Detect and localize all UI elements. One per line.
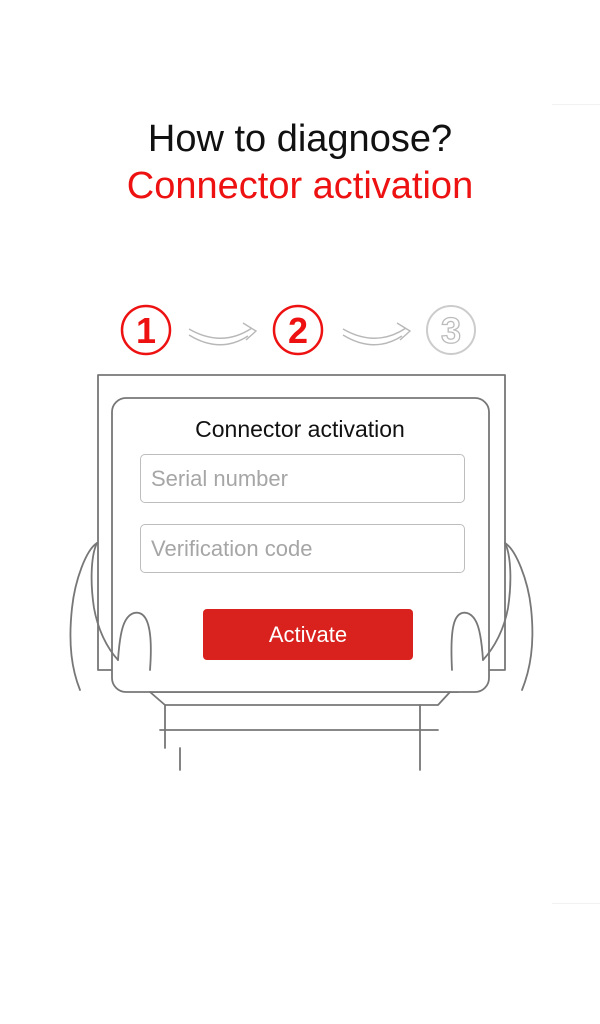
arrow-right-icon <box>188 322 258 346</box>
verification-code-input[interactable] <box>140 524 465 573</box>
edge-divider-bottom <box>552 903 600 904</box>
step-2-number: 2 <box>288 310 308 351</box>
step-3-number: 3 <box>441 310 461 351</box>
step-indicator: 1 2 3 <box>120 304 476 356</box>
title-subheading: Connector activation <box>126 165 474 207</box>
edge-divider-top <box>552 104 600 105</box>
serial-number-input[interactable] <box>140 454 465 503</box>
tablet-stand <box>149 691 451 706</box>
step-3-badge: 3 <box>426 305 476 355</box>
left-hand-icon <box>69 542 98 691</box>
step-1-number: 1 <box>136 310 156 351</box>
panel-title: Connector activation <box>195 416 405 442</box>
step-2-badge: 2 <box>272 304 324 356</box>
activate-button[interactable]: Activate <box>203 609 413 660</box>
step-1-badge: 1 <box>120 304 172 356</box>
arrow-right-icon <box>342 322 412 346</box>
title-heading: How to diagnose? <box>147 118 453 160</box>
